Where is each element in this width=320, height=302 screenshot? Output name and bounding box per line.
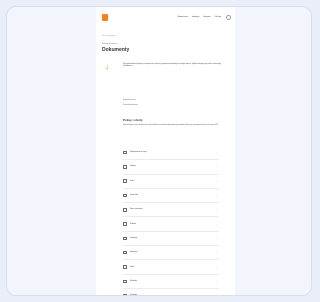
chevron-right-icon: › <box>216 236 217 240</box>
chevron-right-icon: › <box>216 179 217 183</box>
piggy-icon <box>123 250 127 255</box>
category-label: Dzieci <box>130 180 135 182</box>
chevron-right-icon: › <box>216 251 217 255</box>
category-item[interactable]: Dzieci › <box>123 175 219 189</box>
chart-icon <box>123 236 127 241</box>
home-icon <box>123 208 127 212</box>
page-title: Dokumenty <box>102 47 130 53</box>
category-item[interactable]: Ubezpieczenie na życie › <box>123 146 219 161</box>
logo[interactable] <box>102 14 108 21</box>
chevron-right-icon: › <box>216 194 217 198</box>
page-intro: Wszystkie dokumenty dotyczące ubezpiecze… <box>123 64 222 68</box>
chevron-right-icon: › <box>216 222 217 226</box>
chevron-right-icon: › <box>216 265 217 269</box>
document-icon <box>123 293 127 295</box>
category-label: Samochód <box>130 195 138 197</box>
chevron-right-icon: › <box>216 294 217 296</box>
heart-icon <box>123 165 127 169</box>
plane-icon <box>123 222 127 226</box>
nav-item[interactable]: Ubezpieczenia <box>177 17 187 18</box>
category-item[interactable]: Podróże › <box>123 217 219 232</box>
site-header: Ubezpieczenia Inwestycje Emerytura Dla f… <box>96 7 235 31</box>
shield-icon <box>123 150 127 155</box>
category-label: Ubezpieczenie na życie <box>130 152 147 154</box>
category-item[interactable]: Inwestycje › <box>123 232 219 247</box>
breadcrumb-current: Dokumenty <box>107 36 116 37</box>
nav-item[interactable]: Emerytura <box>203 17 210 18</box>
category-item[interactable]: Pozostałe › <box>123 289 219 296</box>
category-list: Ubezpieczenie na życie › Zdrowie › Dzieci › Sa… <box>123 146 219 296</box>
section-title: Polisy i oferty <box>123 118 143 122</box>
category-item[interactable]: Samochód › <box>123 189 219 204</box>
category-label: Inwestycje <box>130 237 138 239</box>
chevron-right-icon: › <box>216 165 217 169</box>
category-label: Firma <box>130 266 135 268</box>
category-label: Rolnictwo <box>130 280 137 282</box>
category-item[interactable]: Rolnictwo › <box>123 275 219 289</box>
category-item[interactable]: Zdrowie › <box>123 160 219 175</box>
chevron-right-icon: › <box>216 208 217 212</box>
tractor-icon <box>123 279 127 284</box>
child-icon <box>123 179 127 183</box>
category-label: Zdrowie <box>130 166 136 168</box>
filter-label: Rodzaj dokumentu <box>123 100 136 101</box>
section-description: Sprawdź ogólne warunki ubezpieczenia, ka… <box>123 125 219 126</box>
preview-frame: Ubezpieczenia Inwestycje Emerytura Dla f… <box>6 6 312 296</box>
chevron-right-icon: › <box>216 151 217 155</box>
page: Ubezpieczenia Inwestycje Emerytura Dla f… <box>96 7 235 296</box>
main-nav: Ubezpieczenia Inwestycje Emerytura Dla f… <box>177 17 221 18</box>
search-icon[interactable] <box>226 15 231 20</box>
category-label: Emerytura <box>130 252 138 254</box>
nav-item[interactable]: Dla firmy <box>215 17 221 18</box>
category-item[interactable]: Emerytura › <box>123 246 219 261</box>
breadcrumb: Start > Dokumenty <box>102 36 115 37</box>
download-arrow-icon: ↓ <box>105 62 109 71</box>
category-item[interactable]: Dom i mieszkanie › <box>123 203 219 218</box>
category-item[interactable]: Firma › <box>123 260 219 275</box>
car-icon <box>123 193 127 198</box>
category-label: Pozostałe <box>130 295 137 296</box>
category-label: Dom i mieszkanie <box>130 209 143 211</box>
category-label: Podróże <box>130 223 136 225</box>
nav-item[interactable]: Inwestycje <box>192 17 199 18</box>
chevron-right-icon: › <box>216 279 217 283</box>
briefcase-icon <box>123 265 127 269</box>
page-eyebrow: Materiały do pobrania <box>102 44 118 45</box>
filter-select[interactable]: Wszystkie dokumenty <box>123 105 138 106</box>
